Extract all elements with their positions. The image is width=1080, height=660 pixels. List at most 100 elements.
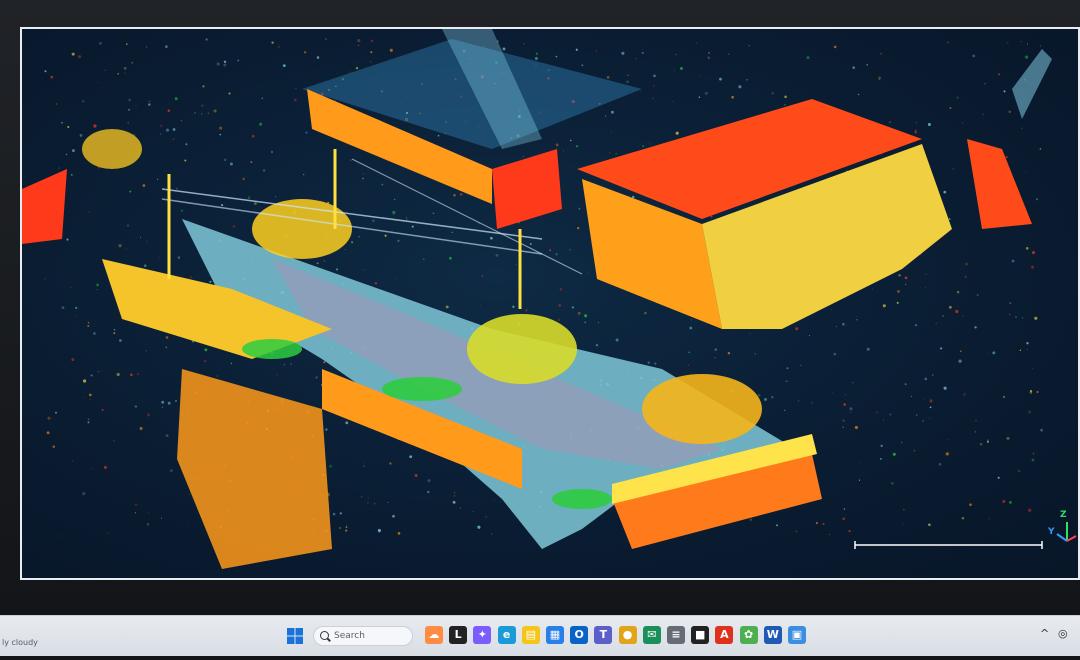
point-speck	[477, 525, 481, 529]
point-speck	[293, 98, 297, 102]
point-speck	[915, 122, 917, 123]
point-speck	[495, 254, 499, 257]
point-speck	[50, 75, 54, 79]
point-speck	[948, 305, 952, 309]
point-speck	[882, 304, 886, 308]
pointcloud-app-icon[interactable]: ≡	[667, 626, 685, 644]
tray-chevron-icon[interactable]: ^	[1040, 627, 1049, 640]
point-speck	[647, 361, 651, 364]
point-speck	[931, 374, 934, 376]
chrome-icon[interactable]: ●	[618, 626, 637, 644]
windows-start-icon[interactable]	[287, 628, 303, 644]
point-speck	[962, 392, 967, 396]
taskbar-search[interactable]: Search	[313, 626, 413, 646]
point-speck	[529, 243, 532, 245]
point-speck	[377, 528, 381, 533]
point-speck	[1028, 410, 1032, 414]
point-speck	[392, 514, 395, 518]
point-speck	[1011, 259, 1015, 263]
point-speck	[358, 236, 360, 238]
photos-icon[interactable]: ✿	[739, 626, 758, 644]
store-icon[interactable]: ▦	[546, 626, 564, 644]
point-speck	[595, 50, 598, 52]
point-cloud-render[interactable]	[22, 29, 1078, 578]
point-speck	[903, 508, 905, 511]
point-speck	[800, 364, 802, 366]
app-window-icon[interactable]: ▣	[788, 626, 806, 644]
point-speck	[969, 503, 972, 506]
point-speck	[896, 301, 899, 304]
point-speck	[575, 145, 579, 148]
point-speck	[282, 64, 286, 68]
point-speck	[127, 122, 129, 124]
point-speck	[427, 479, 431, 483]
point-speck	[223, 158, 227, 162]
point-speck	[945, 452, 949, 456]
point-speck	[731, 95, 734, 99]
l-app-icon[interactable]: L	[449, 626, 468, 644]
teams-icon[interactable]: T	[594, 626, 613, 644]
point-speck	[690, 319, 693, 321]
point-speck	[113, 440, 115, 442]
point-speck	[948, 218, 951, 220]
right-annex	[967, 139, 1032, 229]
point-speck	[449, 256, 452, 260]
mail-icon[interactable]: ✉	[642, 626, 661, 644]
point-speck	[172, 128, 176, 131]
point-speck	[866, 347, 870, 351]
point-speck	[958, 359, 962, 363]
tree-right	[642, 374, 762, 444]
network-icon[interactable]: ◎	[1058, 627, 1068, 640]
point-speck	[345, 525, 348, 527]
point-cloud-viewport[interactable]: 10 Z Y	[20, 27, 1080, 580]
point-speck	[784, 409, 786, 412]
outlook-icon[interactable]: O	[570, 626, 589, 644]
edge-icon[interactable]: e	[497, 626, 516, 644]
point-speck	[479, 304, 482, 306]
point-speck	[842, 517, 846, 521]
point-speck	[675, 131, 679, 135]
widgets-icon[interactable]: ☁	[425, 626, 443, 644]
point-speck	[880, 444, 883, 448]
point-speck	[96, 289, 98, 291]
point-speck	[597, 322, 599, 324]
word-icon[interactable]: W	[763, 626, 782, 644]
point-speck	[88, 393, 92, 397]
vegetation-green-3	[242, 339, 302, 359]
point-speck	[749, 332, 751, 334]
point-speck	[1025, 170, 1027, 172]
point-speck	[259, 122, 263, 126]
sticky-notes-icon[interactable]: ■	[691, 626, 710, 644]
copilot-icon[interactable]: ✦	[473, 626, 492, 644]
point-speck	[135, 105, 137, 107]
point-speck	[165, 45, 168, 48]
acrobat-icon[interactable]: A	[715, 626, 734, 644]
point-speck	[161, 406, 164, 408]
point-speck	[83, 396, 85, 398]
point-speck	[485, 516, 487, 518]
point-speck	[972, 54, 976, 58]
point-speck	[866, 63, 868, 66]
point-speck	[303, 51, 307, 54]
point-speck	[851, 382, 854, 384]
point-speck	[1036, 198, 1039, 201]
file-explorer-icon[interactable]: ▤	[521, 626, 540, 644]
point-speck	[251, 134, 255, 138]
point-speck	[250, 161, 253, 164]
point-speck	[961, 517, 965, 520]
point-speck	[719, 77, 722, 81]
weather-widget[interactable]: ly cloudy	[2, 638, 38, 647]
point-speck	[672, 101, 674, 102]
point-speck	[332, 512, 336, 516]
point-speck	[219, 126, 223, 130]
point-speck	[1008, 500, 1012, 504]
point-speck	[687, 364, 689, 366]
point-speck	[459, 507, 461, 509]
point-speck	[146, 523, 150, 526]
point-speck	[698, 96, 701, 98]
point-speck	[904, 383, 907, 385]
point-speck	[200, 113, 203, 115]
point-speck	[142, 184, 146, 187]
point-speck	[871, 288, 873, 290]
point-speck	[915, 324, 918, 327]
